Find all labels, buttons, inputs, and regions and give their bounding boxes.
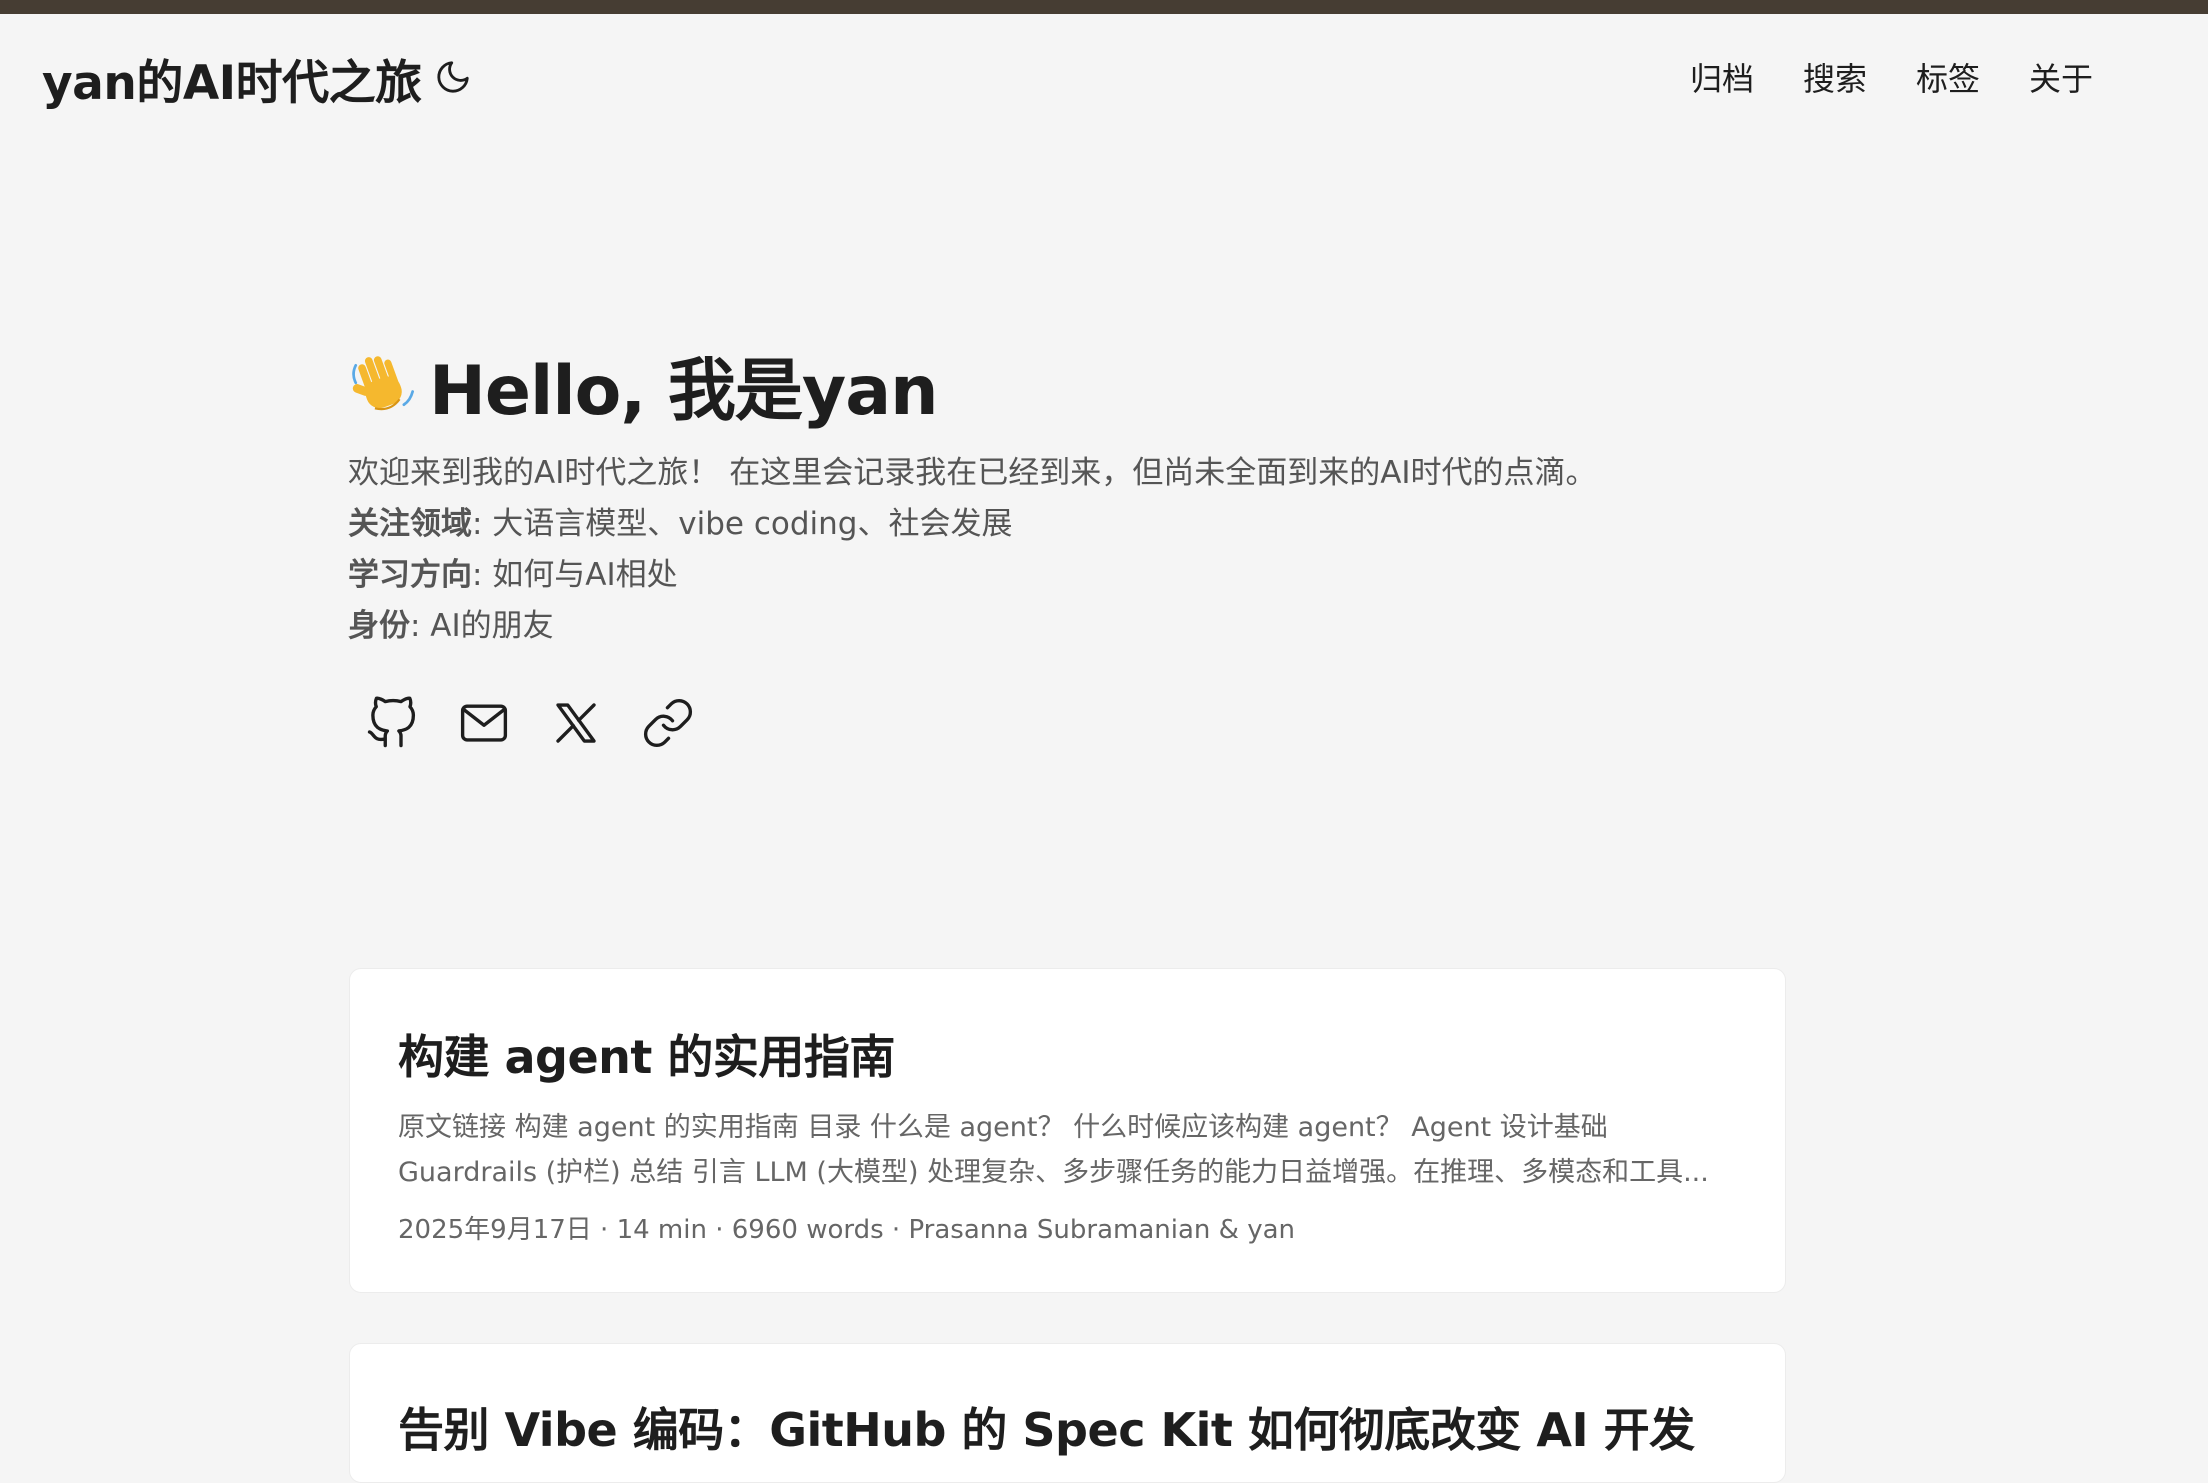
learning-value: : 如何与AI相处 — [472, 557, 678, 593]
moon-icon[interactable] — [434, 58, 472, 96]
identity-label: 身份 — [348, 608, 410, 644]
hero-intro: 欢迎来到我的AI时代之旅！ 在这里会记录我在已经到来，但尚未全面到来的AI时代的… — [348, 448, 1597, 652]
mail-icon[interactable] — [457, 696, 511, 750]
hero-heading: Hello, 我是yan — [347, 335, 938, 434]
intro-learning-line: 学习方向: 如何与AI相处 — [348, 550, 1597, 601]
post-card[interactable]: 构建 agent 的实用指南 原文链接 构建 agent 的实用指南 目录 什么… — [349, 968, 1786, 1293]
post-title[interactable]: 构建 agent 的实用指南 — [398, 1021, 1737, 1087]
identity-value: : AI的朋友 — [410, 608, 554, 644]
post-card[interactable]: 告别 Vibe 编码：GitHub 的 Spec Kit 如何彻底改变 AI 开… — [349, 1343, 1786, 1483]
nav-tags[interactable]: 标签 — [1916, 54, 1980, 100]
intro-text: 欢迎来到我的AI时代之旅！ 在这里会记录我在已经到来，但尚未全面到来的AI时代的… — [348, 455, 1597, 491]
social-links — [365, 696, 695, 750]
nav-archive[interactable]: 归档 — [1690, 54, 1754, 100]
nav-search[interactable]: 搜索 — [1803, 54, 1867, 100]
link-icon[interactable] — [641, 696, 695, 750]
top-accent-bar — [0, 0, 2208, 14]
hero-title: Hello, 我是yan — [429, 352, 938, 431]
x-icon[interactable] — [549, 696, 603, 750]
github-icon[interactable] — [365, 696, 419, 750]
wave-icon — [352, 355, 414, 410]
intro-focus-line: 关注领域: 大语言模型、vibe coding、社会发展 — [348, 499, 1597, 550]
intro-identity-line: 身份: AI的朋友 — [348, 601, 1597, 652]
site-title-link[interactable]: yan的AI时代之旅 — [42, 44, 422, 113]
post-excerpt-line: 原文链接 构建 agent 的实用指南 目录 什么是 agent？ 什么时候应该… — [398, 1112, 1608, 1143]
post-excerpt: 原文链接 构建 agent 的实用指南 目录 什么是 agent？ 什么时候应该… — [398, 1105, 1737, 1195]
focus-value: : 大语言模型、vibe coding、社会发展 — [472, 506, 1013, 542]
post-title[interactable]: 告别 Vibe 编码：GitHub 的 Spec Kit 如何彻底改变 AI 开… — [398, 1394, 1737, 1460]
learning-label: 学习方向 — [348, 557, 472, 593]
nav-about[interactable]: 关于 — [2029, 54, 2093, 100]
post-meta: 2025年9月17日 · 14 min · 6960 words · Prasa… — [398, 1215, 1296, 1245]
focus-label: 关注领域 — [348, 506, 472, 542]
post-excerpt-line: Guardrails (护栏) 总结 引言 LLM (大模型) 处理复杂、多步骤… — [398, 1157, 1709, 1188]
main-nav: 归档 搜索 标签 关于 — [1690, 54, 2093, 100]
